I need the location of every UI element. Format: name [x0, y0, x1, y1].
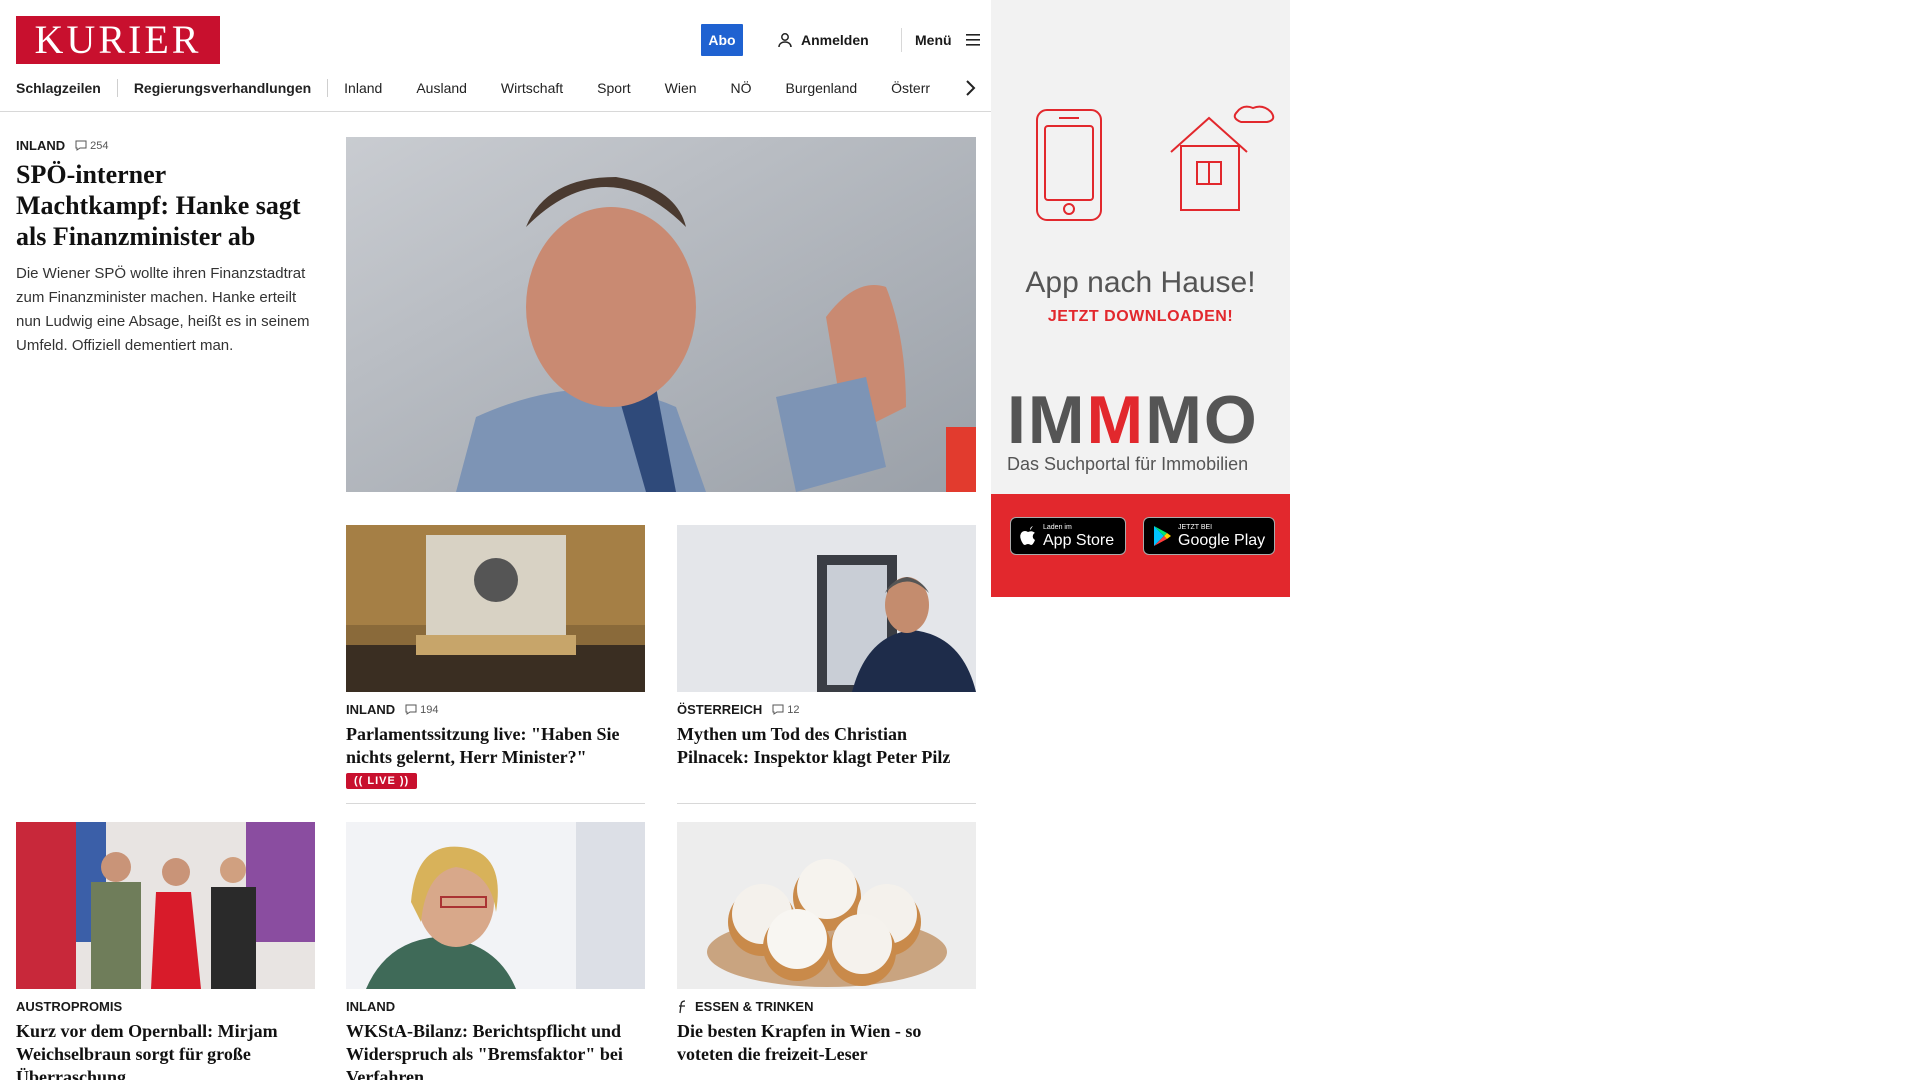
page: KURIER Abo Anmelden Menü Schlagzeilen Re…	[0, 0, 1920, 1080]
comment-icon	[772, 704, 784, 715]
story-headline[interactable]: Parlamentssitzung live: "Haben Sie nicht…	[346, 723, 645, 769]
hamburger-icon	[965, 34, 980, 46]
app-store-small: Laden im	[1043, 523, 1072, 531]
nav-item-sport[interactable]: Sport	[597, 80, 630, 96]
ad-tagline: Das Suchportal für Immobilien	[1007, 454, 1249, 474]
site-header: KURIER Abo Anmelden Menü Schlagzeilen Re…	[0, 0, 996, 112]
wksta-photo	[346, 822, 645, 989]
story-category: ESSEN & TRINKEN	[695, 999, 814, 1014]
story-headline[interactable]: Kurz vor dem Opernball: Mirjam Weichselb…	[16, 1020, 315, 1080]
freizeit-f-icon	[679, 999, 686, 1013]
story-headline[interactable]: Die besten Krapfen in Wien - so voteten …	[677, 1020, 976, 1066]
nav-item-inland[interactable]: Inland	[344, 80, 382, 96]
story-kicker: INLAND	[346, 999, 645, 1014]
immmo-ad[interactable]: App nach Hause! JETZT DOWNLOADEN! IMMMO …	[991, 0, 1290, 597]
story-comments[interactable]: 12	[772, 704, 799, 716]
immmo-logo-part: MO	[1145, 382, 1259, 458]
google-play-button[interactable]: JETZT BEI Google Play	[1143, 517, 1275, 555]
lead-kicker: INLAND 254	[16, 138, 316, 153]
story-category: AUSTROPROMIS	[16, 999, 123, 1014]
nav-item-noe[interactable]: NÖ	[731, 80, 752, 96]
house-icon	[1170, 105, 1275, 211]
user-icon	[778, 33, 792, 48]
ad-subtitle: JETZT DOWNLOADEN!	[1047, 308, 1234, 325]
nav-item-wien[interactable]: Wien	[665, 80, 697, 96]
login-label: Anmelden	[801, 32, 869, 48]
krapfen-photo	[677, 822, 976, 989]
nav-item-schlagzeilen[interactable]: Schlagzeilen	[16, 80, 101, 96]
nav-divider	[116, 79, 118, 97]
story-kicker: INLAND 194	[346, 702, 645, 717]
story-photo[interactable]	[346, 822, 645, 989]
story-card[interactable]: AUSTROPROMIS Kurz vor dem Opernball: Mir…	[16, 822, 315, 1080]
lead-headline[interactable]: SPÖ-interner Machtkampf: Hanke sagt als …	[16, 159, 316, 252]
story-card[interactable]: INLAND WKStA-Bilanz: Berichtspflicht und…	[346, 822, 645, 1080]
nav-item-wirtschaft[interactable]: Wirtschaft	[501, 80, 563, 96]
menu-button[interactable]: Menü	[915, 30, 982, 50]
story-kicker: AUSTROPROMIS	[16, 999, 315, 1014]
immmo-logo-part: IM	[1007, 382, 1087, 458]
lead-teaser: Die Wiener SPÖ wollte ihren Finanzstadtr…	[16, 265, 310, 354]
story-photo[interactable]	[677, 822, 976, 989]
card-divider	[346, 803, 645, 804]
story-card[interactable]: ESSEN & TRINKEN Die besten Krapfen in Wi…	[677, 822, 976, 1066]
header-divider	[901, 28, 902, 52]
app-store-text: Laden im App Store	[1043, 524, 1114, 549]
story-comment-count: 12	[787, 703, 800, 716]
immmo-logo-accent: M	[1086, 382, 1146, 458]
story-card[interactable]: ÖSTERREICH 12 Mythen um Tod des Christia…	[677, 525, 976, 804]
nav-item-ausland[interactable]: Ausland	[416, 80, 467, 96]
pilz-photo	[677, 525, 976, 692]
story-comment-count: 194	[420, 703, 439, 716]
apple-icon	[1020, 526, 1035, 545]
story-photo[interactable]	[16, 822, 315, 989]
google-play-icon	[1154, 526, 1171, 546]
lead-story[interactable]: INLAND 254 SPÖ-interner Machtkampf: Hank…	[16, 138, 316, 358]
lead-comments[interactable]: 254	[75, 140, 108, 152]
abo-button[interactable]: Abo	[701, 24, 743, 56]
lead-category: INLAND	[16, 138, 66, 153]
nav-divider	[327, 79, 329, 97]
card-divider	[677, 803, 976, 804]
lead-photo-image	[346, 137, 976, 492]
nav-item-regierungsverhandlungen[interactable]: Regierungsverhandlungen	[134, 80, 311, 96]
story-photo[interactable]	[677, 525, 976, 692]
story-photo[interactable]	[346, 525, 645, 692]
story-comments[interactable]: 194	[405, 704, 438, 716]
google-play-text: JETZT BEI Google Play	[1178, 524, 1265, 549]
app-store-big: App Store	[1043, 531, 1115, 549]
story-kicker: ÖSTERREICH 12	[677, 702, 976, 717]
story-kicker: ESSEN & TRINKEN	[677, 999, 976, 1014]
story-card[interactable]: INLAND 194 Parlamentssitzung live: "Habe…	[346, 525, 645, 804]
story-headline[interactable]: Mythen um Tod des Christian Pilnacek: In…	[677, 723, 976, 769]
comment-icon	[405, 704, 417, 715]
phone-icon	[1036, 109, 1102, 221]
story-category: INLAND	[346, 702, 396, 717]
section-nav: Schlagzeilen Regierungsverhandlungen Inl…	[16, 78, 976, 98]
kurier-logo[interactable]: KURIER	[16, 16, 220, 64]
immmo-logo: IMMMO	[1007, 384, 1277, 456]
story-category: ÖSTERREICH	[677, 702, 763, 717]
login-button[interactable]: Anmelden	[777, 30, 869, 50]
app-store-button[interactable]: Laden im App Store	[1010, 517, 1126, 555]
lead-photo[interactable]	[346, 137, 976, 492]
lead-comment-count: 254	[90, 139, 109, 152]
fashion-photo	[16, 822, 315, 989]
chevron-right-icon[interactable]	[962, 76, 978, 100]
nav-item-burgenland[interactable]: Burgenland	[786, 80, 858, 96]
parliament-photo	[346, 525, 645, 692]
ad-title: App nach Hause!	[1025, 266, 1256, 299]
google-play-small: JETZT BEI	[1178, 523, 1213, 531]
google-play-big: Google Play	[1178, 531, 1266, 549]
nav-item-oesterreich[interactable]: Österr	[891, 80, 930, 96]
comment-icon	[75, 140, 87, 151]
story-headline[interactable]: WKStA-Bilanz: Berichtspflicht und Widers…	[346, 1020, 645, 1080]
live-badge: (( LIVE ))	[346, 773, 418, 789]
story-category: INLAND	[346, 999, 396, 1014]
menu-label: Menü	[915, 32, 952, 48]
